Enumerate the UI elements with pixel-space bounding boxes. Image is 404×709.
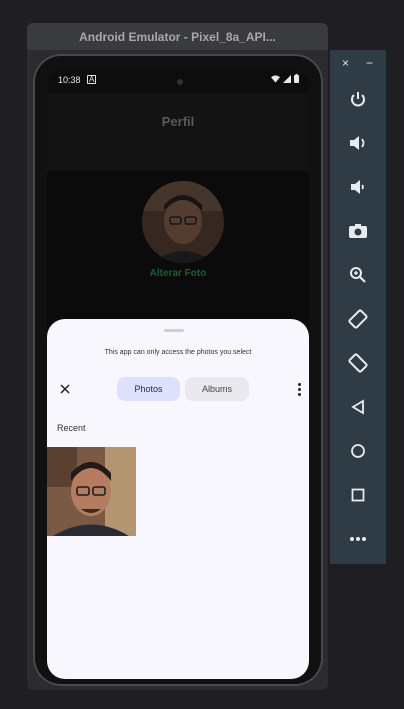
profile-avatar[interactable]	[142, 181, 224, 263]
overview-button[interactable]	[330, 480, 386, 510]
rotate-left-icon	[348, 309, 368, 329]
device-frame: 10:38 A Perfil Alterar Foto This app can…	[33, 54, 323, 686]
power-icon	[351, 92, 365, 107]
back-icon	[351, 399, 364, 415]
rotate-left-button[interactable]	[330, 304, 386, 334]
emulator-side-panel: × −	[330, 50, 386, 564]
status-time: 10:38	[58, 75, 81, 85]
front-camera	[177, 79, 183, 85]
camera-icon	[349, 224, 367, 238]
page-title: Perfil	[161, 114, 195, 129]
tab-albums[interactable]: Albums	[185, 377, 249, 401]
rotate-right-button[interactable]	[330, 348, 386, 378]
volume-up-icon	[350, 136, 365, 150]
more-icon-dot	[297, 382, 301, 386]
change-photo-link[interactable]: Alterar Foto	[47, 268, 309, 279]
volume-down-icon	[351, 180, 364, 194]
minimize-window-button[interactable]: −	[366, 56, 373, 70]
emulator-titlebar[interactable]: Android Emulator - Pixel_8a_API...	[27, 23, 328, 50]
status-icons	[271, 74, 299, 83]
close-window-button[interactable]: ×	[342, 56, 349, 70]
wifi-icon	[271, 74, 280, 83]
profile-photo-image	[142, 181, 224, 263]
notification-icon: A	[87, 75, 97, 84]
emulator-window: Android Emulator - Pixel_8a_API... 10:38…	[27, 23, 328, 690]
overview-icon	[351, 488, 365, 502]
rotate-right-icon	[348, 353, 368, 373]
photo-picker-sheet: This app can only access the photos you …	[47, 319, 309, 679]
screenshot-button[interactable]	[330, 216, 386, 246]
more-icon-dot	[297, 387, 301, 391]
home-icon	[351, 444, 365, 458]
photo-thumbnail[interactable]	[47, 447, 136, 536]
close-icon	[60, 384, 70, 394]
back-button[interactable]	[330, 392, 386, 422]
tab-photos[interactable]: Photos	[117, 377, 180, 401]
more-icon-dot	[297, 392, 301, 396]
status-bar: 10:38 A	[47, 69, 309, 93]
volume-down-button[interactable]	[330, 172, 386, 202]
more-icon	[350, 537, 366, 541]
more-options-button[interactable]	[295, 380, 303, 398]
power-button[interactable]	[330, 84, 386, 114]
more-button[interactable]	[330, 524, 386, 554]
battery-icon	[294, 74, 299, 83]
app-header	[47, 93, 309, 171]
zoom-button[interactable]	[330, 260, 386, 290]
volume-up-button[interactable]	[330, 128, 386, 158]
close-button[interactable]	[57, 381, 73, 397]
zoom-icon	[350, 267, 366, 283]
photo-thumbnail-image	[47, 447, 136, 536]
section-title: Recent	[57, 423, 86, 433]
signal-icon	[283, 74, 291, 83]
drag-handle[interactable]	[164, 329, 184, 332]
device-screen: 10:38 A Perfil Alterar Foto This app can…	[47, 69, 309, 679]
picker-notice: This app can only access the photos you …	[104, 349, 252, 356]
home-button[interactable]	[330, 436, 386, 466]
